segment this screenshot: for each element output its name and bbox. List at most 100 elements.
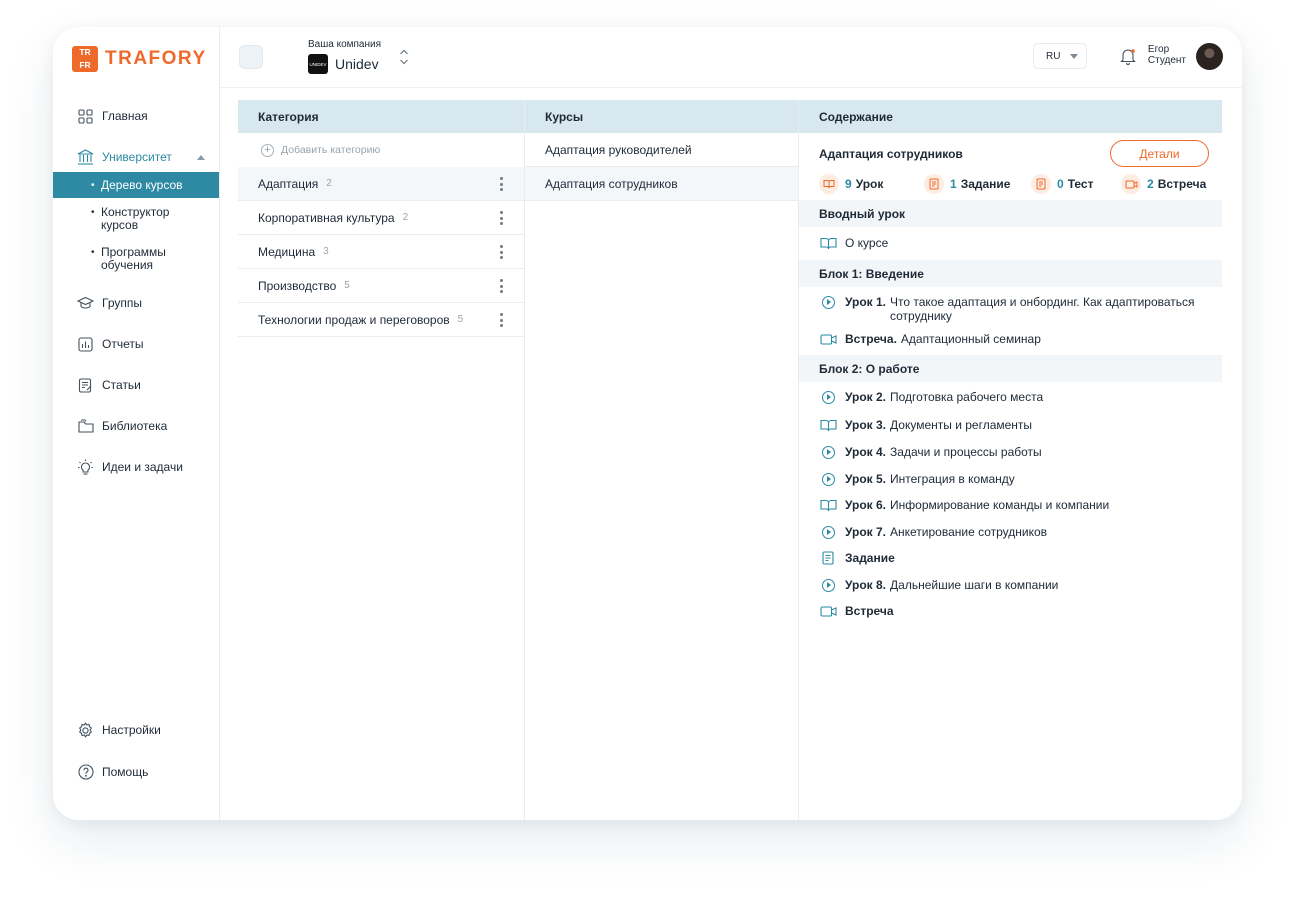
- university-icon: [77, 149, 94, 166]
- category-row[interactable]: Производство 5: [238, 269, 524, 303]
- gear-icon: [77, 721, 94, 739]
- logo-letters-bottom: FR: [79, 60, 91, 70]
- sidebar-item-library[interactable]: Библиотека: [53, 415, 219, 437]
- sidebar-toggle-button[interactable]: [239, 45, 263, 69]
- video-icon: [1121, 174, 1141, 194]
- company-name: Unidev: [335, 56, 379, 72]
- stat-tasks: 1 Задание: [924, 174, 1031, 194]
- course-tree-panel: Категория + Добавить категорию Адаптация…: [238, 100, 1222, 820]
- lesson-text: О курсе: [845, 236, 889, 250]
- lesson-kind: Урок 5.: [845, 472, 887, 486]
- lesson-item[interactable]: Урок 8. Дальнейшие шаги в компании: [819, 578, 1202, 592]
- company-switch-icon[interactable]: [399, 48, 409, 67]
- language-select[interactable]: RU: [1033, 43, 1087, 69]
- avatar[interactable]: [1196, 43, 1223, 70]
- graduation-cap-icon: [77, 295, 94, 312]
- content-header: Содержание: [799, 100, 1222, 133]
- stat-value: 2: [1147, 177, 1154, 191]
- sidebar-item-label: Статьи: [102, 378, 141, 392]
- more-vertical-icon[interactable]: [500, 245, 504, 259]
- stat-label: Урок: [855, 177, 884, 191]
- lesson-kind: Урок 4.: [845, 445, 887, 459]
- category-name: Производство: [258, 278, 337, 293]
- user-info[interactable]: Егор Студент: [1148, 44, 1186, 66]
- lesson-item[interactable]: Урок 2. Подготовка рабочего места: [819, 390, 1202, 404]
- sidebar-subitem-course-tree[interactable]: Дерево курсов: [53, 172, 219, 198]
- sidebar-subitem-programs[interactable]: Программы обучения: [53, 246, 183, 272]
- stat-value: 9: [845, 177, 852, 191]
- block-header: Вводный урок: [799, 200, 1222, 227]
- lesson-text: Что такое адаптация и онбординг. Как ада…: [890, 295, 1195, 323]
- lesson-kind: Задание: [845, 551, 895, 565]
- lesson-text: Документы и регламенты: [890, 418, 1033, 432]
- more-vertical-icon[interactable]: [500, 279, 504, 293]
- sidebar-subitem-course-builder[interactable]: Конструктор курсов: [53, 206, 183, 232]
- sidebar-item-label: Отчеты: [102, 337, 144, 351]
- lesson-item[interactable]: Урок 6. Информирование команды и компани…: [819, 498, 1202, 512]
- lesson-item[interactable]: Урок 1. Что такое адаптация и онбординг.…: [819, 295, 1202, 323]
- lesson-kind: Урок 2.: [845, 390, 887, 404]
- category-row[interactable]: Адаптация 2: [238, 167, 524, 201]
- category-row[interactable]: Медицина 3: [238, 235, 524, 269]
- content-column: Содержание Адаптация сотрудников Детали …: [798, 100, 1222, 820]
- sidebar-item-label: Идеи и задачи: [102, 460, 183, 474]
- play-icon: [819, 472, 837, 486]
- task-icon: [819, 551, 837, 565]
- sidebar-item-articles[interactable]: Статьи: [53, 374, 219, 396]
- language-value: RU: [1046, 50, 1061, 62]
- category-row[interactable]: Корпоративная культура 2: [238, 201, 524, 235]
- sidebar-item-reports[interactable]: Отчеты: [53, 333, 219, 355]
- lesson-item[interactable]: Задание: [819, 551, 1202, 565]
- lesson-item[interactable]: Урок 3. Документы и регламенты: [819, 418, 1202, 432]
- user-name: Егор: [1147, 44, 1170, 55]
- sidebar-item-ideas[interactable]: Идеи и задачи: [53, 456, 219, 478]
- lesson-kind: Урок 7.: [845, 525, 887, 539]
- lesson-item[interactable]: О курсе: [819, 236, 1202, 250]
- chevron-up-icon[interactable]: [197, 154, 205, 160]
- sidebar-item-university[interactable]: Университет: [53, 146, 219, 168]
- category-row[interactable]: Технологии продаж и переговоров 5: [238, 303, 524, 337]
- university-submenu: Дерево курсов Конструктор курсов Програм…: [53, 172, 219, 272]
- lesson-item[interactable]: Встреча. Адаптационный семинар: [819, 332, 1202, 346]
- book-open-icon: [819, 498, 837, 512]
- video-icon: [819, 604, 837, 618]
- notification-bell-icon[interactable]: [1119, 47, 1137, 65]
- more-vertical-icon[interactable]: [500, 177, 504, 191]
- lesson-kind: Урок 3.: [845, 418, 887, 432]
- play-icon: [819, 525, 837, 539]
- lesson-kind: Урок 8.: [845, 578, 887, 592]
- lesson-kind: Урок 6.: [845, 498, 887, 512]
- chevron-down-icon: [1070, 53, 1079, 59]
- category-name: Медицина: [258, 244, 316, 259]
- sidebar-item-label: Главная: [102, 109, 148, 123]
- lesson-item[interactable]: Урок 5. Интеграция в команду: [819, 472, 1202, 486]
- category-count: 5: [457, 314, 464, 325]
- add-category-button[interactable]: + Добавить категорию: [238, 133, 524, 167]
- video-icon: [819, 332, 837, 346]
- sidebar-item-groups[interactable]: Группы: [53, 292, 219, 314]
- category-name: Технологии продаж и переговоров: [258, 312, 450, 327]
- block-header: Блок 2: О работе: [799, 355, 1222, 382]
- article-icon: [77, 377, 94, 394]
- stat-meetings: 2 Встреча: [1121, 174, 1206, 194]
- lesson-kind: Встреча: [845, 604, 894, 618]
- company-selector[interactable]: Ваша компания UNIDEV Unidev: [308, 39, 381, 74]
- lesson-item[interactable]: Урок 4. Задачи и процессы работы: [819, 445, 1202, 459]
- category-column: Категория + Добавить категорию Адаптация…: [238, 100, 524, 820]
- sidebar-item-main[interactable]: Главная: [53, 105, 219, 127]
- course-stats: 9 Урок 1 Задание 0 Тест 2 Встреча: [819, 173, 1209, 195]
- course-row[interactable]: Адаптация руководителей: [525, 133, 798, 167]
- sidebar-item-label: Группы: [102, 296, 142, 310]
- course-row[interactable]: Адаптация сотрудников: [525, 167, 798, 201]
- lesson-item[interactable]: Урок 7. Анкетирование сотрудников: [819, 525, 1202, 539]
- category-count: 2: [402, 212, 409, 223]
- logo[interactable]: TR FR TRAFORY: [72, 46, 207, 72]
- details-button[interactable]: Детали: [1110, 140, 1209, 167]
- lesson-item[interactable]: Встреча: [819, 604, 1202, 618]
- more-vertical-icon[interactable]: [500, 211, 504, 225]
- stat-value: 1: [950, 177, 957, 191]
- lesson-text: Интеграция в команду: [890, 472, 1015, 486]
- sidebar-item-settings[interactable]: Настройки: [53, 719, 219, 741]
- more-vertical-icon[interactable]: [500, 313, 504, 327]
- sidebar-item-help[interactable]: Помощь: [53, 761, 219, 783]
